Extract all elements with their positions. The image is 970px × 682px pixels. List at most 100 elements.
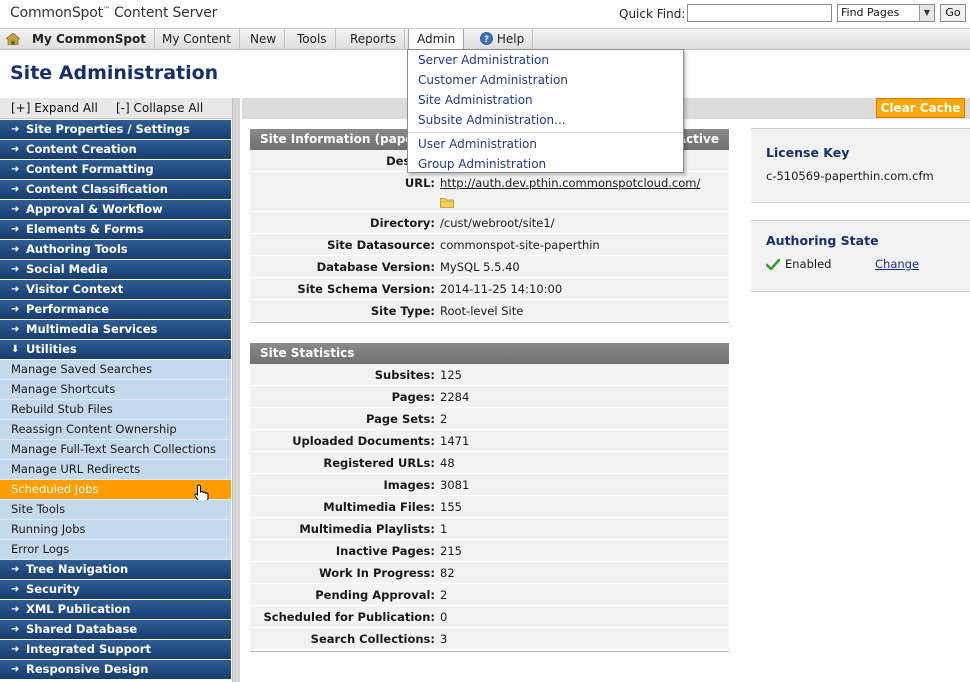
sidebar-category-performance[interactable]: ➜ Performance: [0, 300, 231, 320]
authoring-state-title: Authoring State: [766, 233, 879, 248]
arrow-right-icon: ➜: [11, 304, 20, 315]
sidebar-category-authoring-tools[interactable]: ➜ Authoring Tools: [0, 240, 231, 260]
sidebar-category-social-media[interactable]: ➜ Social Media: [0, 260, 231, 280]
app-logo: CommonSpot™ Content Server: [10, 5, 217, 21]
site-stats-row: Pending Approval: 2: [250, 584, 729, 606]
change-authoring-state-link[interactable]: Change: [875, 257, 919, 271]
site-stats-label: Work In Progress:: [319, 566, 435, 580]
sidebar-item-manage-full-text-search-collections[interactable]: Manage Full-Text Search Collections: [0, 440, 231, 460]
menu-item-customer-administration[interactable]: Customer Administration: [418, 73, 568, 87]
sidebar-category-multimedia-services[interactable]: ➜ Multimedia Services: [0, 320, 231, 340]
arrow-right-icon: ➜: [11, 564, 20, 575]
sidebar-item-running-jobs[interactable]: Running Jobs: [0, 520, 231, 540]
home-icon[interactable]: [6, 33, 20, 45]
sidebar-category-shared-database[interactable]: ➜ Shared Database: [0, 620, 231, 640]
quick-find-select[interactable]: Find Pages ▼: [837, 4, 935, 22]
site-stats-label: Multimedia Files:: [323, 500, 435, 514]
sidebar-item-site-tools[interactable]: Site Tools: [0, 500, 231, 520]
nav-help[interactable]: ? Help: [472, 29, 534, 50]
sidebar-item-label: Approval & Workflow: [26, 202, 163, 216]
sidebar-item-label: Manage Full-Text Search Collections: [11, 442, 217, 456]
clear-cache-button[interactable]: Clear Cache: [876, 98, 965, 118]
collapse-all-button[interactable]: [-] Collapse All: [116, 101, 203, 115]
sidebar-item-label: Content Creation: [26, 142, 137, 156]
authoring-state-box: Authoring State Enabled Change: [751, 220, 970, 292]
sidebar-category-responsive-design[interactable]: ➜ Responsive Design: [0, 660, 231, 680]
license-key-box: License Key c-510569-paperthin.com.cfm: [751, 128, 970, 203]
sidebar-category-elements-forms[interactable]: ➜ Elements & Forms: [0, 220, 231, 240]
site-stats-label: Pages:: [391, 390, 435, 404]
site-stats-value: 1471: [440, 434, 470, 448]
expand-all-button[interactable]: [+] Expand All: [11, 101, 98, 115]
site-info-title: Site Information (pape: [260, 132, 414, 146]
sidebar-category-tree-navigation[interactable]: ➜ Tree Navigation: [0, 560, 231, 580]
nav-my-commonspot[interactable]: My CommonSpot: [24, 29, 155, 50]
sidebar-item-label: Content Classification: [26, 182, 168, 196]
menu-item-subsite-administration[interactable]: Subsite Administration...: [418, 113, 566, 127]
site-info-label: Database Version:: [316, 260, 435, 274]
quick-find-input[interactable]: [687, 4, 832, 22]
site-stats-row: Registered URLs: 48: [250, 452, 729, 474]
chevron-down-icon[interactable]: ▼: [919, 5, 934, 21]
nav-new[interactable]: New: [242, 29, 286, 50]
sidebar-category-content-formatting[interactable]: ➜ Content Formatting: [0, 160, 231, 180]
sidebar-item-label: Authoring Tools: [26, 242, 128, 256]
site-stats-value: 155: [440, 500, 462, 514]
site-info-label: Directory:: [370, 216, 435, 230]
nav-reports[interactable]: Reports: [342, 29, 406, 50]
site-info-value: MySQL 5.5.40: [440, 260, 520, 274]
menu-item-server-administration[interactable]: Server Administration: [418, 53, 549, 67]
sidebar-category-utilities[interactable]: ⬇ Utilities: [0, 340, 231, 360]
arrow-right-icon: ➜: [11, 184, 20, 195]
folder-icon[interactable]: [440, 197, 454, 208]
arrow-right-icon: ➜: [11, 224, 20, 235]
go-button[interactable]: Go: [940, 4, 966, 22]
sidebar-category-site-properties-settings[interactable]: ➜ Site Properties / Settings: [0, 120, 231, 140]
menu-item-user-administration[interactable]: User Administration: [418, 137, 537, 151]
site-stats-value: 2: [440, 412, 448, 426]
sidebar-splitter[interactable]: [232, 98, 240, 682]
sidebar-category-integrated-support[interactable]: ➜ Integrated Support: [0, 640, 231, 660]
nav-my-content[interactable]: My Content: [154, 29, 240, 50]
logo-trademark: ™: [102, 5, 110, 14]
menu-item-site-administration[interactable]: Site Administration: [418, 93, 533, 107]
sidebar-item-error-logs[interactable]: Error Logs: [0, 540, 231, 560]
menu-item-group-administration[interactable]: Group Administration: [418, 157, 546, 171]
license-key-value: c-510569-paperthin.com.cfm: [766, 169, 934, 183]
site-stats-row: Pages: 2284: [250, 386, 729, 408]
sidebar-category-content-classification[interactable]: ➜ Content Classification: [0, 180, 231, 200]
site-url-link[interactable]: http://auth.dev.pthin.commonspotcloud.co…: [440, 176, 700, 190]
site-stats-label: Uploaded Documents:: [292, 434, 435, 448]
sidebar-item-label: Responsive Design: [26, 662, 149, 676]
site-stats-row: Page Sets: 2: [250, 408, 729, 430]
sidebar-item-label: Running Jobs: [11, 522, 86, 536]
site-info-row: Site Schema Version: 2014-11-25 14:10:00: [250, 278, 729, 300]
sidebar-item-manage-shortcuts[interactable]: Manage Shortcuts: [0, 380, 231, 400]
sidebar-category-approval-workflow[interactable]: ➜ Approval & Workflow: [0, 200, 231, 220]
sidebar-item-rebuild-stub-files[interactable]: Rebuild Stub Files: [0, 400, 231, 420]
sidebar-category-xml-publication[interactable]: ➜ XML Publication: [0, 600, 231, 620]
sidebar-item-manage-url-redirects[interactable]: Manage URL Redirects: [0, 460, 231, 480]
site-stats-label: Page Sets:: [366, 412, 435, 426]
site-stats-row: Subsites: 125: [250, 364, 729, 386]
nav-tools[interactable]: Tools: [289, 29, 336, 50]
site-stats-value: 3081: [440, 478, 470, 492]
checkmark-icon: [766, 258, 780, 271]
arrow-right-icon: ➜: [11, 204, 20, 215]
help-icon: ?: [480, 32, 493, 45]
sidebar-item-reassign-content-ownership[interactable]: Reassign Content Ownership: [0, 420, 231, 440]
sidebar-item-label: Performance: [26, 302, 110, 316]
site-stats-row: Multimedia Playlists: 1: [250, 518, 729, 540]
site-stats-value: 3: [440, 632, 448, 646]
top-bar: CommonSpot™ Content Server Quick Find: F…: [0, 0, 970, 28]
sidebar-item-label: Error Logs: [11, 542, 70, 556]
sidebar-item-scheduled-jobs[interactable]: Scheduled Jobs: [0, 480, 231, 503]
nav-help-label: Help: [496, 32, 525, 46]
sidebar-category-content-creation[interactable]: ➜ Content Creation: [0, 140, 231, 160]
sidebar-category-security[interactable]: ➜ Security: [0, 580, 231, 600]
arrow-right-icon: ➜: [11, 144, 20, 155]
sidebar-category-visitor-context[interactable]: ➜ Visitor Context: [0, 280, 231, 300]
site-info-row: Site Datasource: commonspot-site-paperth…: [250, 234, 729, 256]
sidebar-item-manage-saved-searches[interactable]: Manage Saved Searches: [0, 360, 231, 380]
nav-admin[interactable]: Admin: [408, 29, 465, 51]
